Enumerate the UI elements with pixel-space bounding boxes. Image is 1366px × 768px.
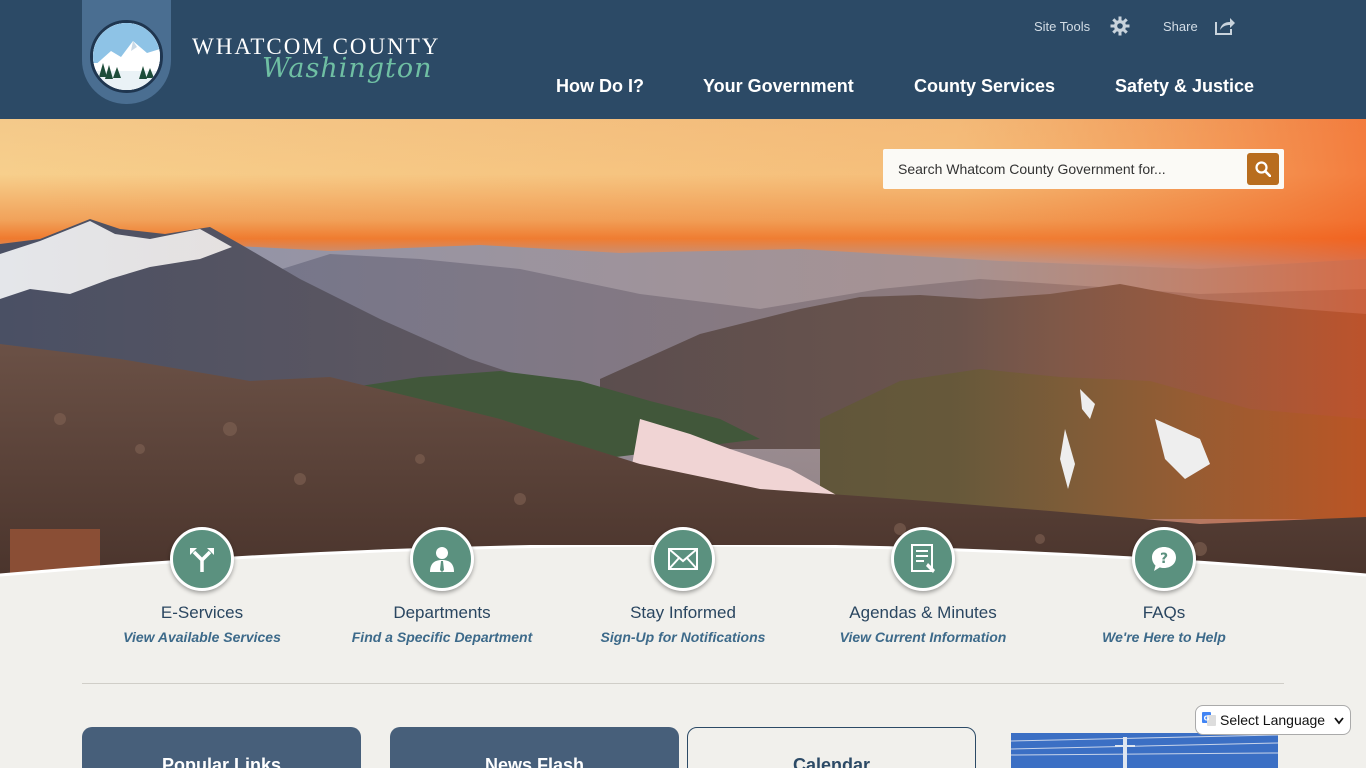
quick-link-title: Departments xyxy=(393,603,491,622)
site-header: WHATCOM COUNTY Washington Site Tools Sha… xyxy=(0,0,1366,119)
card-title: Popular Links xyxy=(161,755,282,768)
language-select[interactable]: G Select Language xyxy=(1195,705,1351,735)
quick-link-title: E-Services xyxy=(160,603,244,622)
envelope-icon xyxy=(651,527,715,591)
site-tools-label: Site Tools xyxy=(1034,18,1091,34)
share-button[interactable]: Share xyxy=(1163,16,1236,36)
signpost-arrows-icon xyxy=(170,527,234,591)
card-calendar[interactable]: Calendar xyxy=(687,727,976,768)
nav-your-government[interactable]: Your Government xyxy=(703,76,854,97)
quick-link-title: FAQs xyxy=(1142,603,1186,622)
quick-link-departments[interactable]: Departments Find a Specific Department xyxy=(322,527,562,645)
gear-icon xyxy=(1110,16,1130,36)
quick-link-stay-informed[interactable]: Stay Informed Sign-Up for Notifications xyxy=(563,527,803,645)
quick-link-subtitle: Find a Specific Department xyxy=(351,629,533,645)
feature-photo[interactable] xyxy=(1011,733,1278,768)
main-nav: How Do I? Your Government County Service… xyxy=(0,76,1366,96)
search-button[interactable] xyxy=(1247,153,1279,185)
quick-link-subtitle: View Available Services xyxy=(123,629,281,645)
quick-link-faqs[interactable]: ? FAQs We're Here to Help xyxy=(1044,527,1284,645)
language-select-label: Select Language xyxy=(1220,712,1326,728)
share-icon xyxy=(1214,16,1236,36)
svg-text:?: ? xyxy=(1160,551,1168,567)
nav-county-services[interactable]: County Services xyxy=(914,76,1055,97)
search-input[interactable] xyxy=(883,149,1243,189)
quick-link-agendas-minutes[interactable]: Agendas & Minutes View Current Informati… xyxy=(803,527,1043,645)
quick-link-title: Agendas & Minutes xyxy=(849,603,997,622)
search-bar xyxy=(883,149,1284,189)
card-title: Calendar xyxy=(792,755,871,768)
chevron-down-icon xyxy=(1334,712,1344,728)
nav-how-do-i[interactable]: How Do I? xyxy=(556,76,644,97)
site-tools-button[interactable]: Site Tools xyxy=(1034,16,1130,36)
card-title: News Flash xyxy=(484,755,585,768)
question-bubble-icon: ? xyxy=(1132,527,1196,591)
share-label: Share xyxy=(1163,18,1198,34)
quick-link-subtitle: View Current Information xyxy=(839,629,1007,645)
document-icon xyxy=(891,527,955,591)
person-icon xyxy=(410,527,474,591)
quick-link-subtitle: We're Here to Help xyxy=(1102,629,1226,645)
quick-link-title: Stay Informed xyxy=(630,603,736,622)
card-popular-links[interactable]: Popular Links xyxy=(82,727,361,768)
quick-link-e-services[interactable]: E-Services View Available Services xyxy=(82,527,322,645)
card-news-flash[interactable]: News Flash xyxy=(390,727,679,768)
section-divider xyxy=(82,683,1284,684)
svg-text:G: G xyxy=(1204,714,1210,722)
quick-link-subtitle: Sign-Up for Notifications xyxy=(600,629,766,645)
nav-safety-justice[interactable]: Safety & Justice xyxy=(1115,76,1254,97)
google-translate-icon: G xyxy=(1202,711,1216,729)
